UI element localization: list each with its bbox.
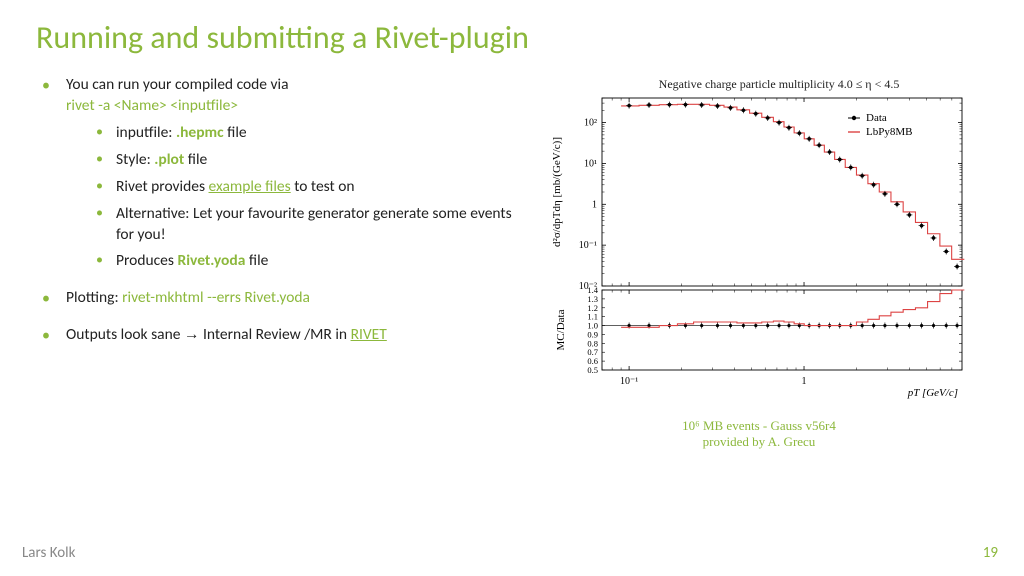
svg-text:0.6: 0.6 [587, 356, 598, 366]
sub-produces: Produces Rivet.yoda file [94, 251, 526, 272]
page-title: Running and submitting a Rivet-plugin [0, 0, 1024, 57]
svg-text:1.4: 1.4 [587, 285, 598, 295]
chart-title: Negative charge particle multiplicity 4.… [544, 75, 974, 94]
page-number: 19 [983, 544, 998, 562]
chart-figure: Negative charge particle multiplicity 4.… [544, 75, 974, 450]
svg-text:MC/Data: MC/Data [555, 309, 567, 350]
svg-text:Data: Data [866, 112, 887, 124]
body-text: You can run your compiled code via rivet… [36, 75, 526, 450]
sub-inputfile: inputfile: .hepmc file [94, 123, 526, 144]
svg-text:10⁻¹: 10⁻¹ [579, 240, 597, 251]
svg-text:1.0: 1.0 [587, 321, 598, 331]
sub-style: Style: .plot file [94, 150, 526, 171]
svg-text:0.8: 0.8 [587, 338, 598, 348]
sub-example: Rivet provides example files to test on [94, 177, 526, 198]
svg-text:1.2: 1.2 [587, 303, 598, 313]
svg-text:10²: 10² [584, 118, 597, 129]
svg-text:1.1: 1.1 [587, 312, 598, 322]
author-footer: Lars Kolk [22, 544, 75, 562]
svg-text:LbPy8MB: LbPy8MB [866, 126, 912, 138]
svg-text:0.5: 0.5 [587, 365, 598, 375]
svg-text:1: 1 [592, 199, 597, 210]
right-arrow-icon: → [184, 326, 200, 343]
example-files-link[interactable]: example files [209, 177, 291, 196]
rivet-link[interactable]: RIVET [351, 325, 387, 344]
svg-text:d²σ/dpTdη [mb/(GeV/c)]: d²σ/dpTdη [mb/(GeV/c)] [551, 137, 563, 247]
svg-text:1: 1 [802, 376, 807, 387]
svg-text:pT [GeV/c]: pT [GeV/c] [907, 387, 958, 399]
svg-text:1.3: 1.3 [587, 294, 598, 304]
bullet-plotting: Plotting: rivet-mkhtml --errs Rivet.yoda [36, 288, 526, 309]
svg-text:10¹: 10¹ [584, 158, 597, 169]
svg-text:0.7: 0.7 [587, 347, 598, 357]
bullet-outputs: Outputs look sane → Internal Review /MR … [36, 325, 526, 346]
bullet-run: You can run your compiled code via rivet… [36, 75, 526, 272]
svg-text:10⁻¹: 10⁻¹ [620, 376, 638, 387]
svg-text:0.9: 0.9 [587, 329, 598, 339]
chart-caption: 10⁶ MB events - Gauss v56r4 provided by … [544, 418, 974, 450]
sub-alternative: Alternative: Let your favourite generato… [94, 204, 526, 246]
